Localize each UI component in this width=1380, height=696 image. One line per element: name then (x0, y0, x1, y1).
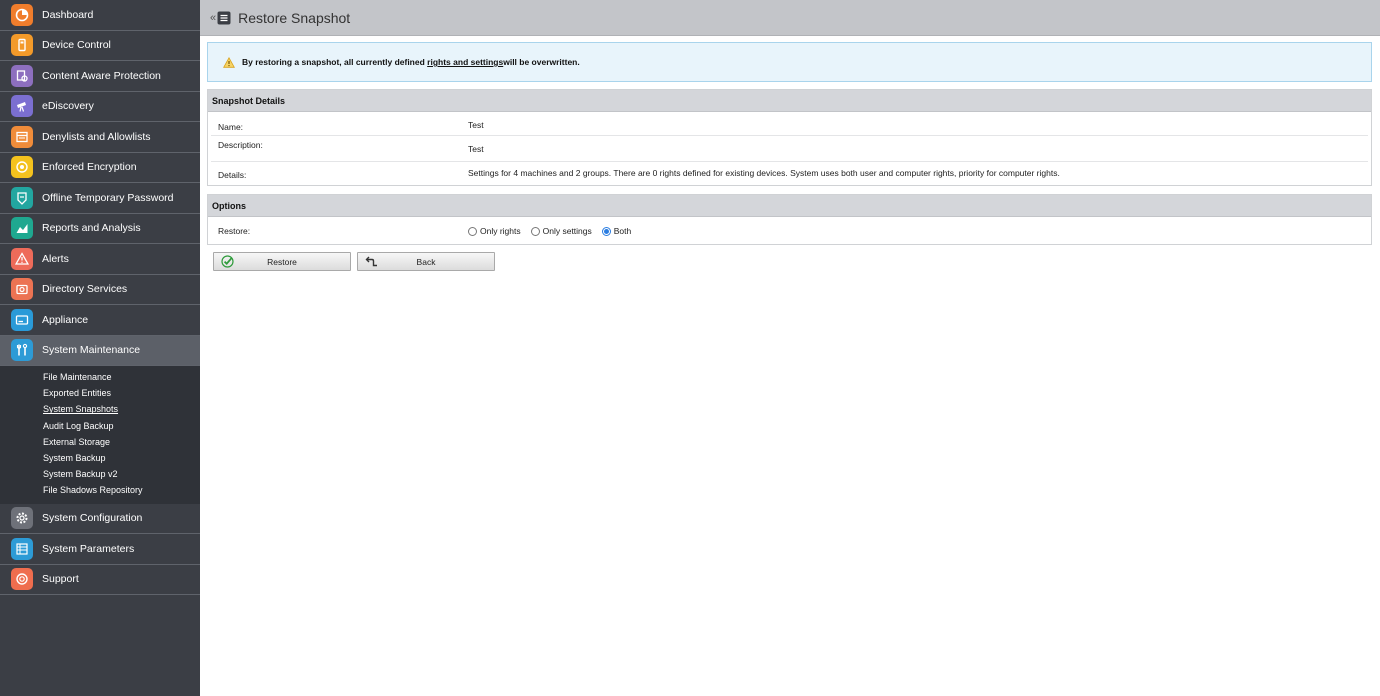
radio-label: Only rights (480, 226, 521, 236)
warning-icon (223, 56, 235, 68)
password-icon (11, 186, 33, 209)
page-title: Restore Snapshot (238, 9, 351, 26)
description-value: Test (468, 144, 484, 154)
page-header: « Restore Snapshot (200, 0, 1380, 36)
alert-icon (11, 247, 33, 270)
restore-button-label: Restore (267, 256, 297, 267)
restore-label: Restore: (218, 226, 251, 236)
radio-both[interactable]: Both (601, 226, 632, 236)
nav-label: Dashboard (42, 8, 94, 21)
maintenance-icon (11, 339, 33, 362)
back-arrow-icon (364, 255, 378, 269)
collapse-sidebar-button[interactable]: « (210, 11, 231, 25)
warning-alert: By restoring a snapshot, all currently d… (207, 42, 1372, 82)
nav-label: eDiscovery (42, 100, 94, 113)
encryption-icon (11, 156, 33, 179)
nav-label: Appliance (42, 313, 89, 326)
device-control-icon (11, 34, 33, 57)
appliance-icon (11, 308, 33, 331)
gear-icon (11, 507, 33, 530)
check-icon (220, 255, 234, 269)
nav-label: Denylists and Allowlists (42, 130, 151, 143)
nav-dashboard[interactable]: Dashboard (0, 0, 200, 31)
subnav-file-maintenance[interactable]: File Maintenance (0, 369, 200, 385)
radio-circle-selected[interactable] (601, 226, 611, 236)
detail-row-name: Name: Test (211, 118, 1368, 136)
subnav-system-backup-v2[interactable]: System Backup v2 (0, 466, 200, 482)
sidebar: Dashboard Device Control Content Aware P… (0, 0, 200, 696)
snapshot-details-panel: Snapshot Details Name: Test Description:… (207, 89, 1372, 186)
nav-offline-temporary-password[interactable]: Offline Temporary Password (0, 183, 200, 214)
nav-label: Content Aware Protection (42, 69, 161, 82)
nav-support[interactable]: Support (0, 565, 200, 595)
radio-only-settings[interactable]: Only settings (530, 226, 592, 236)
radio-only-rights[interactable]: Only rights (468, 226, 521, 236)
details-label: Details: (218, 170, 247, 180)
snapshot-details-title: Snapshot Details (208, 90, 1371, 112)
options-panel: Options Restore: Only rights Only settin… (207, 194, 1372, 245)
nav-system-configuration[interactable]: System Configuration (0, 504, 200, 534)
nav-device-control[interactable]: Device Control (0, 31, 200, 61)
system-maintenance-subnav: File Maintenance Exported Entities Syste… (0, 366, 200, 504)
restore-radio-group: Only rights Only settings Both (468, 226, 1368, 236)
nav-system-parameters[interactable]: System Parameters (0, 534, 200, 565)
subnav-system-snapshots[interactable]: System Snapshots (0, 401, 200, 417)
nav-appliance[interactable]: Appliance (0, 305, 200, 336)
nav-label: Enforced Encryption (42, 161, 137, 174)
denylist-icon (11, 125, 33, 148)
nav-content-aware-protection[interactable]: Content Aware Protection (0, 61, 200, 92)
nav-label: Offline Temporary Password (42, 191, 174, 204)
restore-row: Restore: Only rights Only settings Both (211, 222, 1368, 240)
name-label: Name: (218, 121, 244, 132)
alert-text-before: By restoring a snapshot, all currently d… (242, 57, 425, 67)
dashboard-icon (11, 3, 33, 26)
radio-circle[interactable] (530, 226, 540, 236)
nav-label: System Parameters (42, 542, 135, 555)
nav-alerts[interactable]: Alerts (0, 244, 200, 275)
name-value: Test (468, 119, 484, 130)
subnav-system-backup[interactable]: System Backup (0, 450, 200, 466)
nav-denylists-allowlists[interactable]: Denylists and Allowlists (0, 122, 200, 153)
subnav-exported-entities[interactable]: Exported Entities (0, 385, 200, 401)
options-title: Options (208, 195, 1371, 217)
main-content: « Restore Snapshot By restoring a snapsh… (200, 0, 1380, 696)
reports-icon (11, 217, 33, 240)
nav-label: Reports and Analysis (42, 222, 141, 235)
nav-enforced-encryption[interactable]: Enforced Encryption (0, 153, 200, 183)
nav-label: Support (42, 573, 79, 586)
detail-row-description: Description: Test (211, 136, 1368, 162)
nav-label: Directory Services (42, 283, 128, 296)
rights-settings-link[interactable]: rights and settings (427, 57, 503, 67)
content-aware-icon (11, 64, 33, 87)
nav-reports-analysis[interactable]: Reports and Analysis (0, 214, 200, 244)
restore-button[interactable]: Restore (213, 252, 351, 271)
detail-row-details: Details: Settings for 4 machines and 2 g… (211, 162, 1368, 184)
directory-icon (11, 278, 33, 301)
radio-label: Both (613, 226, 632, 236)
ediscovery-icon (11, 95, 33, 118)
nav-label: System Maintenance (42, 344, 141, 357)
details-value: Settings for 4 machines and 2 groups. Th… (468, 168, 1060, 178)
back-button-label: Back (416, 256, 436, 267)
nav-directory-services[interactable]: Directory Services (0, 275, 200, 305)
back-button[interactable]: Back (357, 252, 495, 271)
description-label: Description: (218, 140, 263, 150)
subnav-file-shadows-repository[interactable]: File Shadows Repository (0, 482, 200, 498)
nav-system-maintenance[interactable]: System Maintenance (0, 335, 200, 366)
nav-ediscovery[interactable]: eDiscovery (0, 92, 200, 122)
nav-label: Alerts (42, 252, 69, 265)
nav-label: System Configuration (42, 512, 143, 525)
subnav-external-storage[interactable]: External Storage (0, 434, 200, 450)
parameters-icon (11, 537, 33, 560)
radio-circle[interactable] (468, 226, 477, 236)
subnav-audit-log-backup[interactable]: Audit Log Backup (0, 418, 200, 434)
alert-text-after: will be overwritten. (503, 57, 580, 67)
nav-label: Device Control (42, 39, 111, 52)
menu-icon (217, 11, 231, 24)
support-icon (11, 568, 33, 591)
radio-label: Only settings (542, 226, 592, 236)
double-chevron-left-icon: « (210, 11, 217, 24)
